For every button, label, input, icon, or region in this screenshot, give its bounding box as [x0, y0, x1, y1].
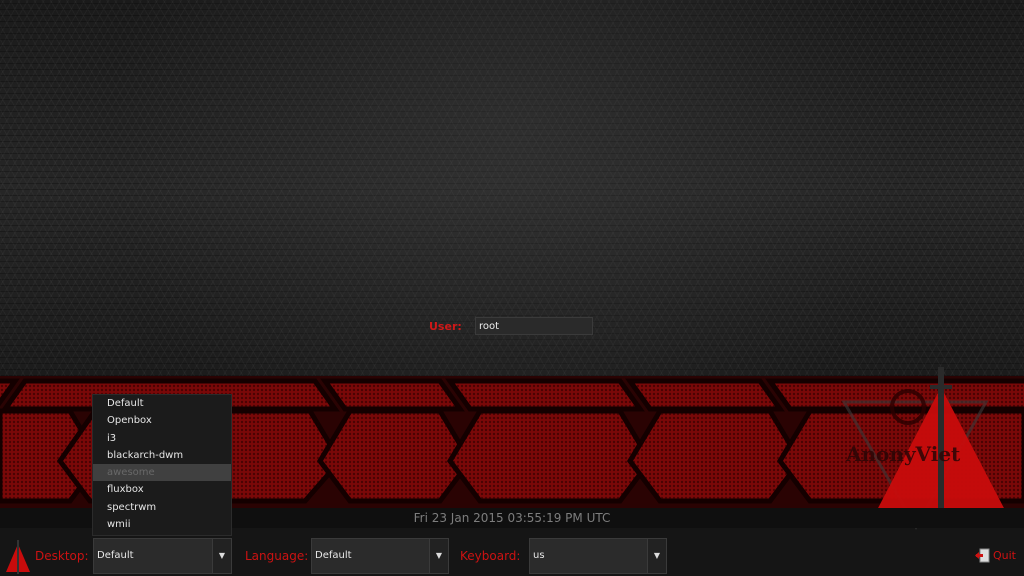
- exit-icon: [975, 548, 990, 563]
- chevron-down-icon[interactable]: ▼: [212, 539, 231, 573]
- chevron-down-icon[interactable]: ▼: [429, 539, 448, 573]
- language-select[interactable]: Default ▼: [311, 538, 449, 574]
- desktop-select-value: Default: [97, 550, 134, 561]
- chevron-down-icon[interactable]: ▼: [647, 539, 666, 573]
- list-item-highlighted[interactable]: awesome: [93, 464, 231, 482]
- login-row: User:: [429, 317, 593, 335]
- brand-text: AnonyViet: [846, 442, 961, 466]
- keyboard-select[interactable]: us ▼: [529, 538, 667, 574]
- keyboard-label: Keyboard:: [460, 549, 521, 563]
- desktop-label: Desktop:: [35, 549, 89, 563]
- blackarch-logo-icon: [6, 540, 30, 574]
- list-item[interactable]: i3: [93, 430, 231, 447]
- list-item[interactable]: Openbox: [93, 412, 231, 429]
- quit-button[interactable]: Quit: [975, 548, 1016, 563]
- user-input[interactable]: [475, 317, 593, 335]
- list-item[interactable]: Default: [93, 395, 231, 412]
- list-item[interactable]: spectrwm: [93, 499, 231, 516]
- language-label: Language:: [245, 549, 309, 563]
- language-select-value: Default: [315, 550, 352, 561]
- list-item[interactable]: blackarch-dwm: [93, 447, 231, 464]
- list-item[interactable]: wmii: [93, 516, 231, 533]
- desktop-select[interactable]: Default ▼: [93, 538, 232, 574]
- list-item[interactable]: fluxbox: [93, 481, 231, 498]
- user-label: User:: [429, 319, 462, 333]
- quit-label: Quit: [993, 549, 1016, 562]
- keyboard-select-value: us: [533, 550, 545, 561]
- desktop-dropdown-list: Default Openbox i3 blackarch-dwm awesome…: [92, 394, 232, 536]
